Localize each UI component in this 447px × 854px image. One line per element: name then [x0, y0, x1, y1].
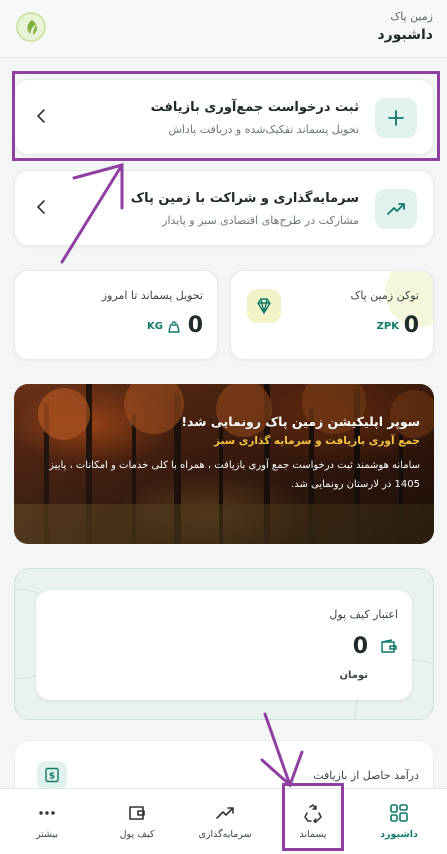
token-label: توکن زمین پاک: [350, 289, 419, 302]
annotation-highlight-box: [12, 71, 440, 161]
promo-banner[interactable]: سوپر اپلیکیشن زمین پاک رونمایی شد! جمع آ…: [14, 384, 434, 544]
wallet-label: اعتبار کیف پول: [329, 608, 398, 621]
wallet-icon: [129, 806, 145, 820]
nav-more[interactable]: بیشتر: [12, 789, 82, 854]
wallet-icon: [381, 639, 397, 653]
nav-label: داشبورد: [380, 829, 418, 840]
nav-label: کیف پول: [119, 829, 155, 840]
weight-icon: [168, 321, 180, 333]
trending-up-icon: [216, 807, 234, 819]
banner-title: سوپر اپلیکیشن زمین پاک رونمایی شد!: [181, 414, 420, 429]
app-name: زمین پاک: [390, 10, 433, 23]
card-subtitle: مشارکت در طرح‌های اقتصادی سبز و پایدار: [162, 214, 359, 227]
delivered-value: 0: [187, 313, 203, 338]
app-header: زمین پاک داشبورد: [0, 0, 447, 58]
delivered-label: تحویل پسماند تا امروز: [101, 289, 203, 302]
nav-dashboard[interactable]: داشبورد: [364, 789, 434, 854]
grid-icon: [390, 804, 408, 822]
annotation-highlight-nav: [282, 783, 344, 851]
page-title: داشبورد: [377, 27, 434, 43]
banner-body: سامانه هوشمند ثبت درخواست جمع آوری بازیا…: [49, 460, 420, 490]
nav-label: سرمایه‌گذاری: [198, 829, 252, 840]
investment-card[interactable]: سرمایه‌گذاری و شراکت با زمین پاک مشارکت …: [14, 170, 434, 246]
zamin-pak-logo-icon: [16, 12, 46, 42]
bottom-nav: داشبورد پسماند سرمایه‌گذاری کیف پول بیشت…: [0, 788, 447, 854]
nav-wallet[interactable]: کیف پول: [102, 789, 172, 854]
wallet-card[interactable]: اعتبار کیف پول 0 تومان: [36, 590, 412, 700]
token-unit: ZPK: [376, 321, 399, 332]
more-icon: [39, 811, 55, 815]
trending-up-icon: [375, 189, 417, 229]
wallet-currency: تومان: [339, 670, 368, 681]
gem-icon: [247, 289, 281, 323]
token-value: 0: [403, 313, 419, 338]
dollar-note-icon: $: [37, 761, 67, 789]
header-texts: زمین پاک داشبورد: [378, 10, 434, 43]
token-stat-card: توکن زمین پاک 0 ZPK: [230, 270, 434, 360]
delivered-unit: KG: [147, 321, 163, 332]
svg-text:$: $: [49, 772, 55, 782]
delivered-stat-card: تحویل پسماند تا امروز 0 KG: [14, 270, 218, 360]
banner-subtitle: جمع آوری بازیافت و سرمایه گذاری سبز: [213, 435, 420, 447]
nav-label: بیشتر: [35, 829, 59, 840]
card-title: سرمایه‌گذاری و شراکت با زمین پاک: [130, 191, 359, 206]
income-label: درآمد حاصل از بازیافت: [313, 769, 419, 782]
chevron-left-icon: [36, 200, 45, 214]
nav-investment[interactable]: سرمایه‌گذاری: [190, 789, 260, 854]
wallet-value: 0: [352, 634, 368, 659]
